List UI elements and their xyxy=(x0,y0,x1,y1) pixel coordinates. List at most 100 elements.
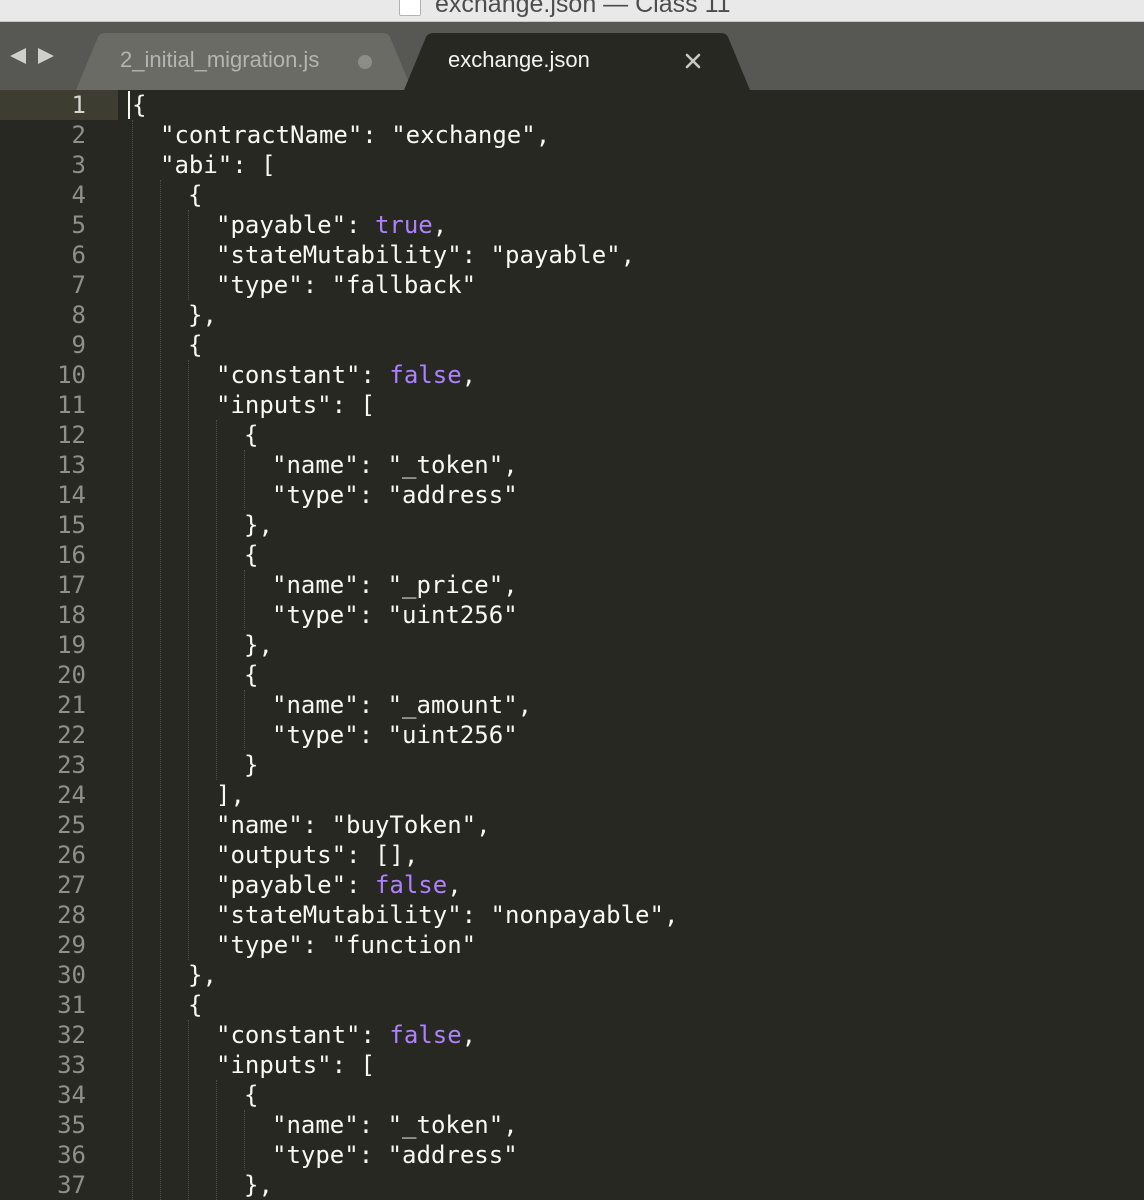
code-token: { xyxy=(188,181,203,209)
code-token: "type" xyxy=(272,481,359,509)
code-token: "fallback" xyxy=(331,271,477,299)
indent-guide xyxy=(244,690,245,750)
tab-bar: 2_initial_migration.js exchange.json xyxy=(0,22,1144,90)
code-line: "contractName": "exchange", xyxy=(160,120,550,150)
code-token: { xyxy=(244,1081,259,1109)
code-token: "type" xyxy=(272,1141,359,1169)
code-token: "function" xyxy=(331,931,477,959)
code-line: "type": "address" xyxy=(272,480,518,510)
code-line: "type": "function" xyxy=(216,930,476,960)
triangle-left-icon[interactable] xyxy=(8,46,28,66)
code-token: }, xyxy=(244,511,273,539)
code-token: "exchange" xyxy=(391,121,536,149)
code-line: "name": "buyToken", xyxy=(216,810,491,840)
line-number: 5 xyxy=(71,211,86,239)
code-token: "contractName" xyxy=(160,121,363,149)
code-token: : xyxy=(358,601,388,629)
code-token: : xyxy=(358,691,388,719)
code-line: "inputs": [ xyxy=(216,1050,375,1080)
code-token: "outputs" xyxy=(216,841,347,869)
code-token: , xyxy=(447,871,462,899)
tab-navigation xyxy=(8,46,58,66)
line-number: 18 xyxy=(57,601,86,629)
code-token: "_amount" xyxy=(387,691,518,719)
code-line: "type": "address" xyxy=(272,1140,518,1170)
code-token: : xyxy=(358,451,388,479)
document-icon xyxy=(399,0,421,16)
code-token: { xyxy=(244,421,259,449)
code-token: : xyxy=(362,121,392,149)
code-token: , xyxy=(503,571,518,599)
line-number: 20 xyxy=(57,661,86,689)
dirty-dot-icon[interactable] xyxy=(358,55,372,69)
code-token: "constant" xyxy=(216,1021,361,1049)
code-line: } xyxy=(244,750,258,780)
indent-guide xyxy=(244,450,245,510)
code-line: "constant": false, xyxy=(216,1020,476,1050)
code-token: "payable" xyxy=(490,241,621,269)
line-number: 23 xyxy=(57,751,86,779)
code-token: "name" xyxy=(272,571,359,599)
code-token: "constant" xyxy=(216,361,361,389)
code-editor[interactable]: 1 2 3 4 5 6 7 8 9 10 11 12 13 14 15 16 17 18 19 20 21 22 23 24 2… xyxy=(0,90,1144,1200)
code-line: { xyxy=(188,180,202,210)
code-token: , xyxy=(476,811,491,839)
code-line: ], xyxy=(216,780,245,810)
code-token: : [ xyxy=(331,1051,375,1079)
code-token: "payable" xyxy=(216,871,347,899)
code-line: { xyxy=(244,420,258,450)
line-number: 1 xyxy=(71,91,86,119)
window-title: exchange.json — Class 11 xyxy=(435,0,731,18)
line-number: 31 xyxy=(57,991,86,1019)
line-number: 17 xyxy=(57,571,86,599)
code-line: }, xyxy=(188,300,217,330)
code-token: "uint256" xyxy=(387,721,518,749)
code-line: "name": "_token", xyxy=(272,450,518,480)
line-number: 2 xyxy=(71,121,86,149)
code-token: , xyxy=(432,211,448,239)
code-token: , xyxy=(535,121,551,149)
code-line: "type": "uint256" xyxy=(272,720,518,750)
code-token: }, xyxy=(188,961,217,989)
code-token: , xyxy=(461,361,477,389)
line-number: 22 xyxy=(57,721,86,749)
code-token: { xyxy=(188,331,203,359)
line-number: 3 xyxy=(71,151,86,179)
line-number: 10 xyxy=(57,361,86,389)
code-token: "address" xyxy=(387,481,518,509)
close-icon[interactable] xyxy=(682,50,704,72)
code-token: }, xyxy=(188,301,217,329)
code-line: }, xyxy=(244,510,273,540)
line-number: 32 xyxy=(57,1021,86,1049)
indent-guide xyxy=(132,120,133,1200)
code-line: }, xyxy=(244,1170,273,1200)
code-token: : xyxy=(358,721,388,749)
code-token: : xyxy=(302,271,332,299)
code-area[interactable]: {"contractName": "exchange", "abi": [{"pa… xyxy=(128,90,1144,1200)
indent-guide xyxy=(188,1020,189,1200)
code-token: true xyxy=(374,211,433,239)
code-line: "type": "fallback" xyxy=(216,270,476,300)
code-token: "payable" xyxy=(216,211,347,239)
code-token: "type" xyxy=(272,601,359,629)
code-token: "buyToken" xyxy=(331,811,477,839)
code-token: "inputs" xyxy=(216,391,332,419)
code-token: "_token" xyxy=(387,451,504,479)
line-number: 33 xyxy=(57,1051,86,1079)
code-token: } xyxy=(244,751,259,779)
line-number-gutter: 1 2 3 4 5 6 7 8 9 10 11 12 13 14 15 16 17 18 19 20 21 22 23 24 2… xyxy=(0,90,118,1200)
line-number: 7 xyxy=(71,271,86,299)
code-line: "abi": [ xyxy=(160,150,276,180)
tab-2-initial-migration[interactable]: 2_initial_migration.js xyxy=(76,33,412,90)
triangle-right-icon[interactable] xyxy=(36,46,56,66)
code-token: , xyxy=(620,241,636,269)
code-line: "name": "_amount", xyxy=(272,690,532,720)
window-titlebar: exchange.json — Class 11 xyxy=(0,0,1144,22)
code-token: , xyxy=(461,1021,477,1049)
indent-guide xyxy=(244,570,245,630)
code-token: "stateMutability" xyxy=(216,241,462,269)
tab-label: 2_initial_migration.js xyxy=(120,47,320,72)
code-line: { xyxy=(188,990,202,1020)
indent-guide xyxy=(216,420,217,780)
tab-exchange-json[interactable]: exchange.json xyxy=(404,33,750,90)
